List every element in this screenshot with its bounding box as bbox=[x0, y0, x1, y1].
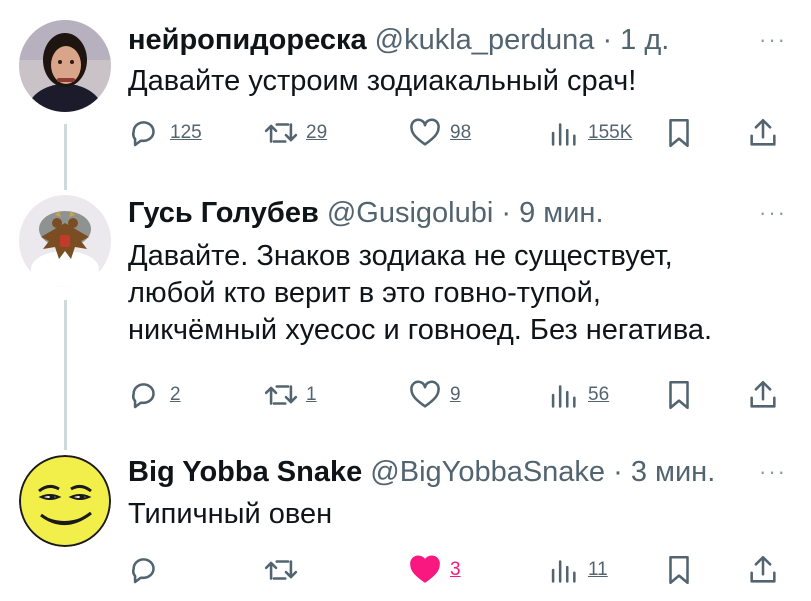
like-button[interactable]: 3 bbox=[408, 550, 461, 590]
tweet-text: Давайте. Знаков зодиака не существует, л… bbox=[128, 238, 781, 349]
tweet-header: нейропидореска @kukla_perduna · 1 д. bbox=[128, 20, 751, 60]
reply-button[interactable]: 2 bbox=[128, 375, 181, 415]
tweet-text-line: Типичный овен bbox=[128, 498, 333, 530]
tweet-actions: 3 11 bbox=[128, 550, 791, 590]
views-count: 11 bbox=[588, 559, 608, 580]
tweet[interactable]: Гусь Голубев @Gusigolubi · 9 мин. ··· Да… bbox=[0, 185, 811, 450]
author-name[interactable]: Гусь Голубев bbox=[128, 197, 319, 229]
retweet-count: 1 bbox=[306, 384, 317, 405]
tweet-header: Big Yobba Snake @BigYobbaSnake · 3 мин. bbox=[128, 452, 751, 492]
more-options-button[interactable]: ··· bbox=[759, 29, 787, 51]
author-handle[interactable]: @BigYobbaSnake bbox=[370, 456, 605, 488]
tweet-text: Типичный овен bbox=[128, 496, 781, 533]
bookmark-icon bbox=[669, 555, 689, 585]
author-handle[interactable]: @kukla_perduna bbox=[375, 24, 595, 56]
views-icon bbox=[551, 123, 576, 146]
like-button[interactable]: 9 bbox=[408, 375, 461, 415]
views-icon bbox=[551, 385, 576, 408]
reply-icon bbox=[132, 383, 155, 409]
tweet-actions: 2 1 9 56 bbox=[128, 375, 791, 415]
avatar[interactable] bbox=[19, 455, 111, 547]
retweet-button[interactable] bbox=[264, 550, 306, 590]
bookmark-icon bbox=[669, 118, 689, 148]
author-name[interactable]: нейропидореска bbox=[128, 24, 367, 56]
more-options-button[interactable]: ··· bbox=[759, 461, 787, 483]
reply-icon bbox=[132, 558, 155, 584]
tweet-header: Гусь Голубев @Gusigolubi · 9 мин. bbox=[128, 193, 751, 233]
reply-count: 2 bbox=[170, 384, 181, 405]
bookmark-button[interactable] bbox=[662, 550, 696, 590]
like-count: 9 bbox=[450, 384, 461, 405]
share-button[interactable] bbox=[746, 113, 780, 153]
bookmark-icon bbox=[669, 380, 689, 410]
heart-icon bbox=[410, 118, 440, 146]
share-button[interactable] bbox=[746, 550, 780, 590]
share-icon bbox=[750, 118, 776, 146]
views-icon bbox=[551, 560, 576, 583]
share-button[interactable] bbox=[746, 375, 780, 415]
views-button[interactable]: 11 bbox=[546, 550, 608, 590]
bookmark-button[interactable] bbox=[662, 375, 696, 415]
separator-dot: · bbox=[501, 197, 512, 229]
heart-icon bbox=[410, 380, 440, 408]
reply-count: 125 bbox=[170, 122, 202, 143]
author-handle[interactable]: @Gusigolubi bbox=[327, 197, 493, 229]
views-count: 56 bbox=[588, 384, 610, 405]
separator-dot: · bbox=[602, 24, 613, 56]
tweet-text-line: любой кто верит в это говно-тупой, bbox=[128, 277, 601, 309]
timestamp[interactable]: 3 мин. bbox=[631, 456, 715, 488]
tweet-actions: 125 29 98 155K bbox=[128, 113, 791, 153]
separator-dot: · bbox=[613, 456, 623, 488]
reply-icon bbox=[132, 121, 155, 147]
avatar[interactable] bbox=[19, 195, 111, 287]
timestamp[interactable]: 1 д. bbox=[620, 24, 669, 56]
like-count: 3 bbox=[450, 559, 461, 580]
tweet[interactable]: нейропидореска @kukla_perduna · 1 д. ···… bbox=[0, 0, 811, 185]
retweet-icon bbox=[264, 385, 298, 405]
avatar[interactable] bbox=[19, 20, 111, 112]
heart-icon bbox=[410, 555, 440, 583]
retweet-icon bbox=[264, 560, 298, 580]
retweet-icon bbox=[264, 123, 298, 143]
reply-button[interactable] bbox=[128, 550, 170, 590]
retweet-count: 29 bbox=[306, 122, 328, 143]
like-count: 98 bbox=[450, 122, 472, 143]
more-options-button[interactable]: ··· bbox=[759, 202, 787, 224]
tweet-text-line: никчёмный хуесос и говноед. Без негатива… bbox=[128, 314, 713, 346]
like-button[interactable]: 98 bbox=[408, 113, 471, 153]
tweet-text-line: Давайте. Знаков зодиака не существует, bbox=[128, 240, 673, 272]
share-icon bbox=[750, 555, 776, 583]
views-button[interactable]: 56 bbox=[546, 375, 609, 415]
bookmark-button[interactable] bbox=[662, 113, 696, 153]
retweet-button[interactable]: 29 bbox=[264, 113, 327, 153]
reply-button[interactable]: 125 bbox=[128, 113, 202, 153]
timestamp[interactable]: 9 мин. bbox=[519, 197, 603, 229]
views-button[interactable]: 155K bbox=[546, 113, 632, 153]
views-count: 155K bbox=[588, 122, 633, 143]
tweet-text: Давайте устроим зодиакальный срач! bbox=[128, 63, 781, 100]
share-icon bbox=[750, 380, 776, 408]
tweet-text-line: Давайте устроим зодиакальный срач! bbox=[128, 65, 637, 97]
tweet[interactable]: Big Yobba Snake @BigYobbaSnake · 3 мин. … bbox=[0, 450, 811, 601]
author-name[interactable]: Big Yobba Snake bbox=[128, 456, 362, 488]
retweet-button[interactable]: 1 bbox=[264, 375, 317, 415]
